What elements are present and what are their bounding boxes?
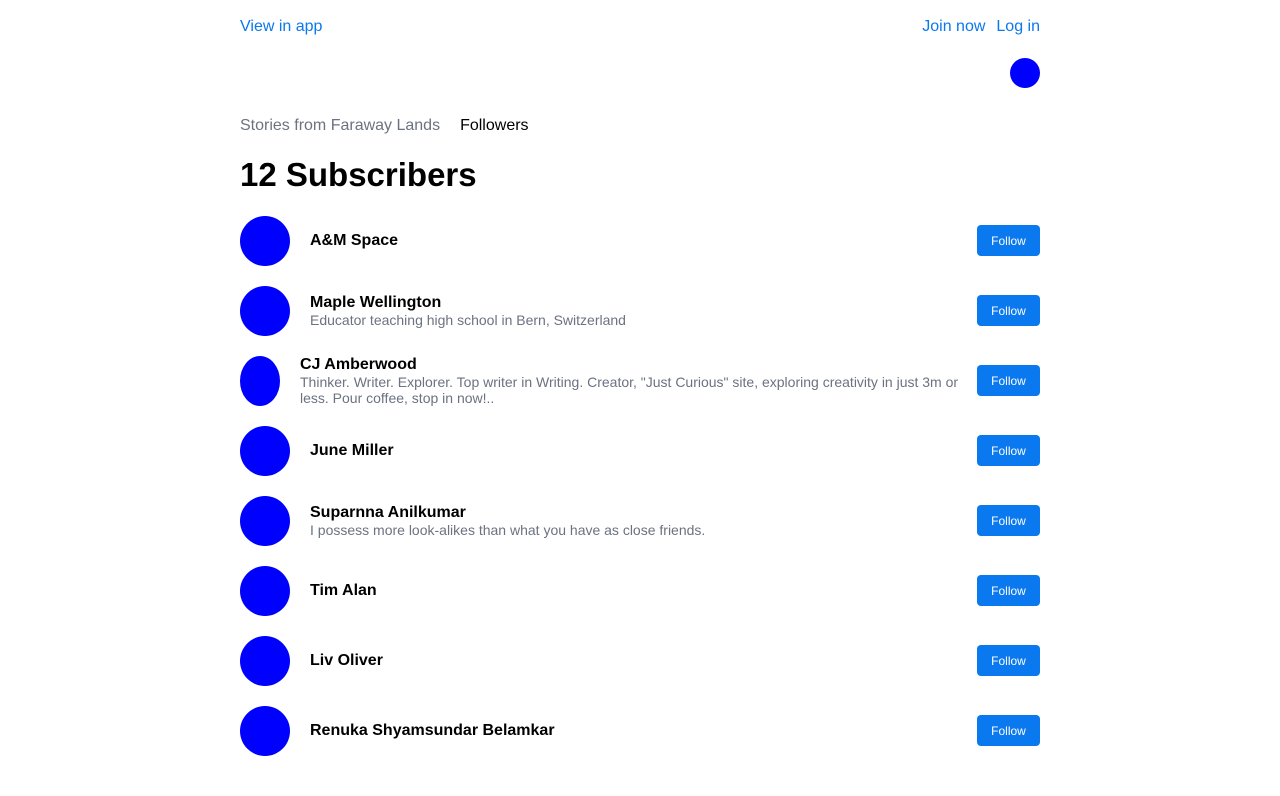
- follow-button[interactable]: Follow: [977, 225, 1040, 256]
- subscriber-name[interactable]: Tim Alan: [310, 581, 960, 600]
- follow-button[interactable]: Follow: [977, 645, 1040, 676]
- subscriber-row: Tim Alan Follow: [240, 555, 1040, 625]
- subscriber-bio: Thinker. Writer. Explorer. Top writer in…: [300, 373, 959, 406]
- subscriber-name[interactable]: Suparnna Anilkumar: [310, 503, 960, 522]
- view-in-app-link[interactable]: View in app: [240, 18, 322, 36]
- subscriber-info: June Miller: [310, 415, 960, 485]
- subscriber-name[interactable]: CJ Amberwood: [300, 355, 960, 374]
- subscriber-name[interactable]: Maple Wellington: [310, 293, 960, 312]
- avatar[interactable]: [240, 216, 290, 266]
- subscriber-row: June Miller Follow: [240, 415, 1040, 485]
- subscriber-row: Maple Wellington Educator teaching high …: [240, 275, 1040, 345]
- top-bar: View in app Join now Log in: [240, 18, 1040, 40]
- subscriber-row: CJ Amberwood Thinker. Writer. Explorer. …: [240, 345, 1040, 415]
- follow-button[interactable]: Follow: [977, 365, 1040, 396]
- subscriber-info: Liv Oliver: [310, 625, 960, 695]
- subscriber-info: Suparnna Anilkumar I possess more look-a…: [310, 485, 960, 555]
- subscriber-row: A&M Space Follow: [240, 205, 1040, 275]
- publication-avatar[interactable]: [1010, 58, 1040, 88]
- subscriber-info: A&M Space: [310, 205, 960, 275]
- follow-button[interactable]: Follow: [977, 435, 1040, 466]
- avatar[interactable]: [240, 566, 290, 616]
- follow-button[interactable]: Follow: [977, 575, 1040, 606]
- subscriber-row: Liv Oliver Follow: [240, 625, 1040, 695]
- breadcrumb: Stories from Faraway Lands Followers: [240, 117, 529, 135]
- avatar[interactable]: [240, 706, 290, 756]
- breadcrumb-publication[interactable]: Stories from Faraway Lands: [240, 117, 440, 135]
- subscriber-row: Suparnna Anilkumar I possess more look-a…: [240, 485, 1040, 555]
- avatar[interactable]: [240, 426, 290, 476]
- subscriber-name[interactable]: June Miller: [310, 441, 960, 460]
- subscriber-bio: Educator teaching high school in Bern, S…: [310, 311, 626, 328]
- subscriber-info: Renuka Shyamsundar Belamkar: [310, 695, 960, 765]
- follow-button[interactable]: Follow: [977, 295, 1040, 326]
- subscriber-name[interactable]: Liv Oliver: [310, 651, 960, 670]
- follow-button[interactable]: Follow: [977, 505, 1040, 536]
- avatar[interactable]: [240, 286, 290, 336]
- subscriber-name[interactable]: Renuka Shyamsundar Belamkar: [310, 721, 960, 740]
- follow-button[interactable]: Follow: [977, 715, 1040, 746]
- subscriber-list: A&M Space Follow Maple Wellington Educat…: [240, 205, 1040, 765]
- page: View in app Join now Log in Stories from…: [240, 0, 1040, 796]
- subscriber-row: Renuka Shyamsundar Belamkar Follow: [240, 695, 1040, 765]
- subscriber-info: Tim Alan: [310, 555, 960, 625]
- subscriber-name[interactable]: A&M Space: [310, 231, 960, 250]
- join-now-link[interactable]: Join now: [922, 18, 985, 36]
- subscriber-info: Maple Wellington Educator teaching high …: [310, 275, 960, 345]
- auth-links: Join now Log in: [922, 18, 1040, 36]
- subscriber-info: CJ Amberwood Thinker. Writer. Explorer. …: [300, 345, 960, 415]
- subscriber-bio: I possess more look-alikes than what you…: [310, 521, 706, 538]
- avatar[interactable]: [240, 636, 290, 686]
- log-in-link[interactable]: Log in: [996, 18, 1040, 36]
- avatar[interactable]: [240, 356, 280, 406]
- page-title: 12 Subscribers: [240, 156, 477, 193]
- breadcrumb-current: Followers: [460, 117, 529, 134]
- avatar[interactable]: [240, 496, 290, 546]
